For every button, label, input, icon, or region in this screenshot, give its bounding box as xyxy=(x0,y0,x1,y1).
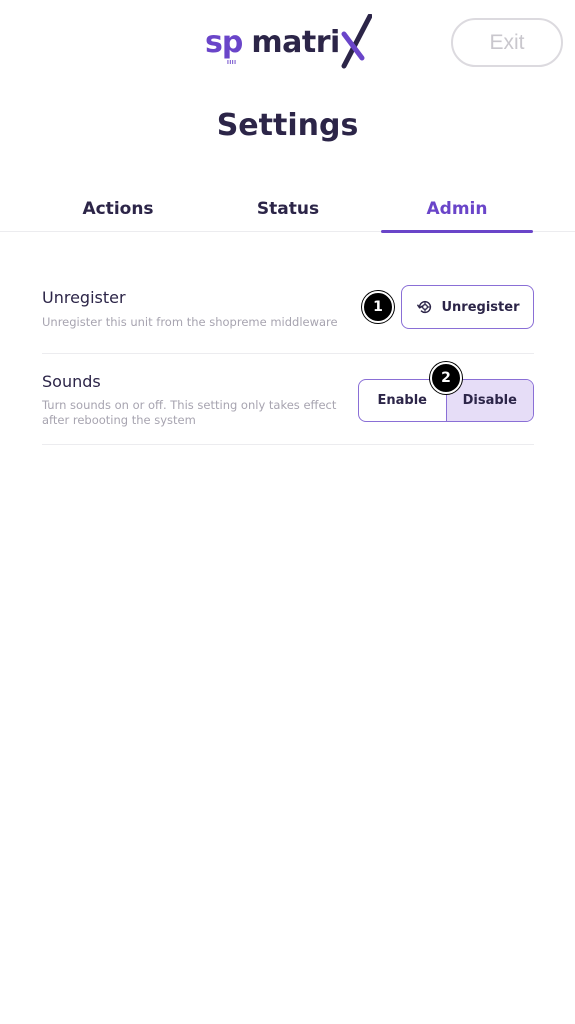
logo-x-icon xyxy=(341,14,372,69)
logo-matrix-text: matri xyxy=(251,25,340,60)
tab-admin[interactable]: Admin xyxy=(381,185,533,233)
exit-button-label: Exit xyxy=(489,30,525,54)
setting-title: Sounds xyxy=(42,372,101,391)
unregister-icon xyxy=(416,300,431,314)
logo-sp-text: sp IIII xyxy=(205,25,243,66)
unregister-button-label: Unregister xyxy=(441,299,520,315)
exit-button[interactable]: Exit xyxy=(451,18,563,67)
setting-description: Turn sounds on or off. This setting only… xyxy=(42,398,337,427)
page-title: Settings xyxy=(216,108,359,143)
logo-sp-label: sp xyxy=(205,25,243,60)
setting-row-unregister: Unregister Unregister this unit from the… xyxy=(42,270,534,354)
annotation-badge: 1 xyxy=(362,291,394,323)
annotation-badge: 2 xyxy=(430,362,462,394)
setting-title: Unregister xyxy=(42,288,126,307)
settings-page: sp IIII matri Exit Settings Actions Stat… xyxy=(0,0,575,1024)
settings-tabs: Actions Status Admin xyxy=(0,185,575,233)
sp-matrix-logo: sp IIII matri xyxy=(205,14,372,70)
setting-description: Unregister this unit from the shopreme m… xyxy=(42,315,338,329)
setting-row-sounds: Sounds Turn sounds on or off. This setti… xyxy=(42,354,534,445)
tab-actions[interactable]: Actions xyxy=(43,185,193,232)
logo-sp-subtext: IIII xyxy=(227,60,237,66)
unregister-button[interactable]: Unregister xyxy=(401,285,534,329)
tab-status[interactable]: Status xyxy=(213,185,363,232)
